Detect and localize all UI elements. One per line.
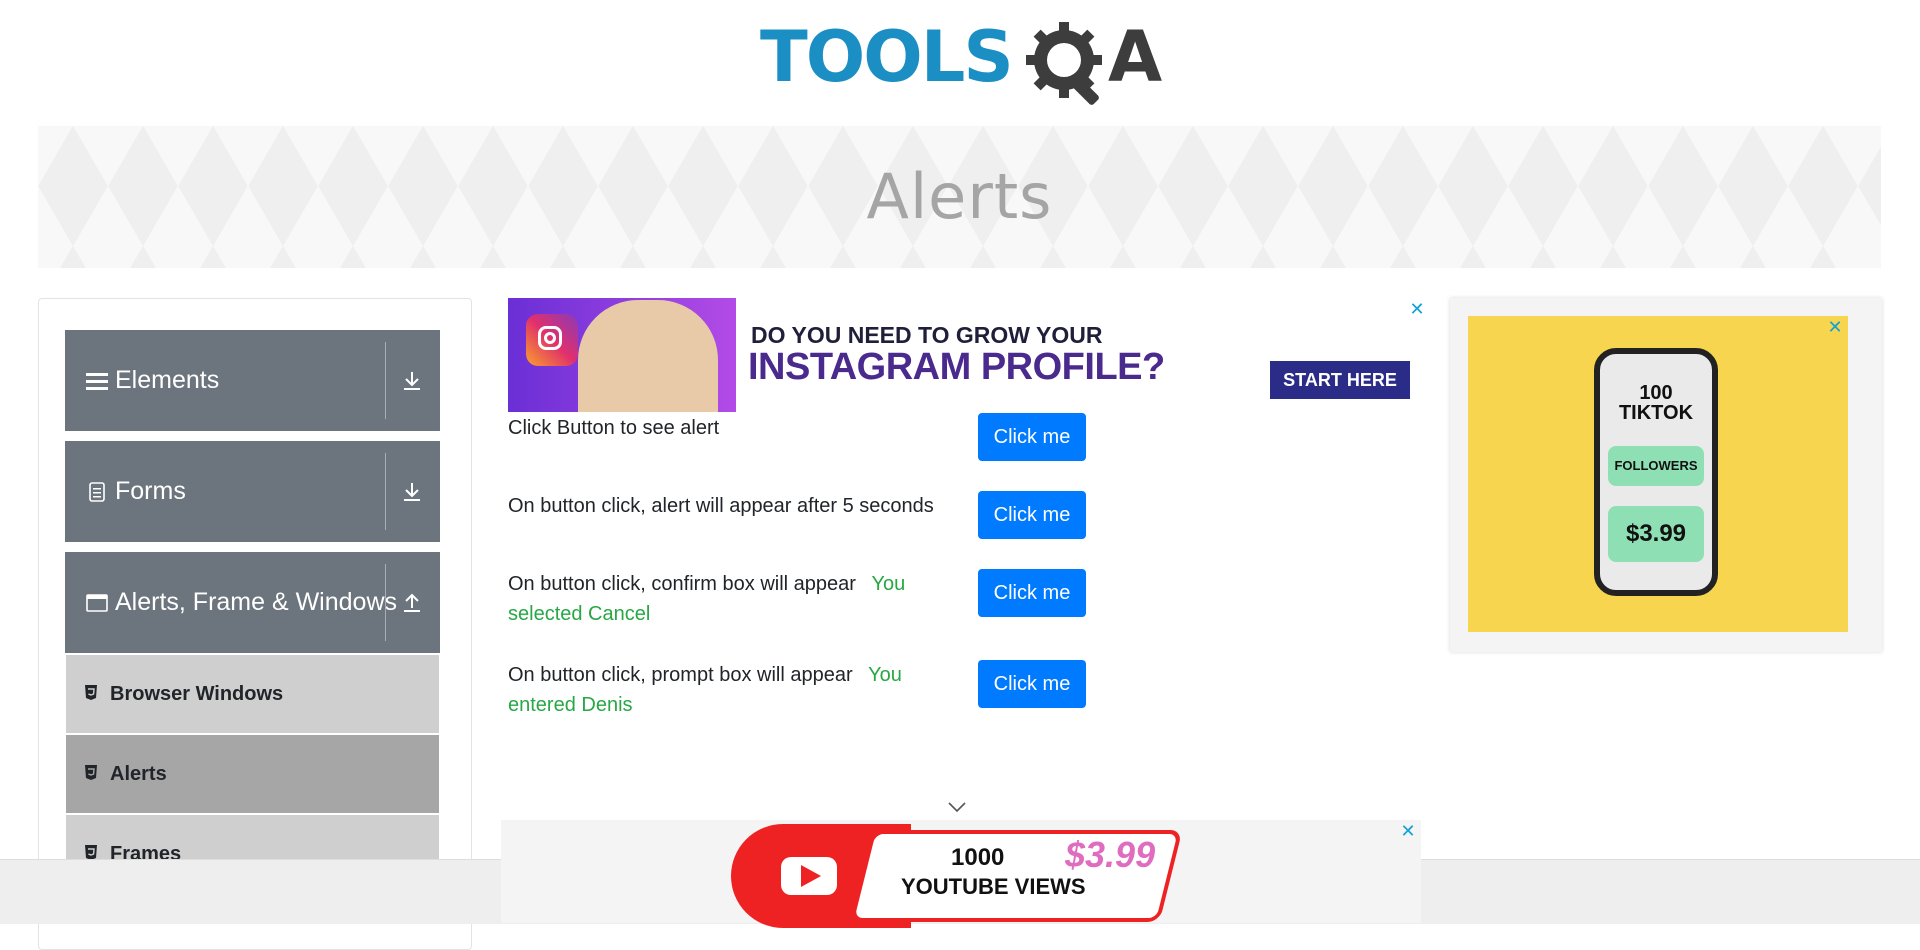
- ad-cta-button[interactable]: START HERE: [1270, 361, 1410, 399]
- document-icon: [85, 480, 109, 504]
- ad-close-icon[interactable]: ✕: [1827, 318, 1843, 336]
- html5-icon: [84, 685, 100, 703]
- timer-alert-label: On button click, alert will appear after…: [508, 495, 934, 517]
- sidebar-item-alerts[interactable]: Alerts: [66, 735, 439, 815]
- divider: [385, 342, 386, 419]
- ad-close-icon[interactable]: ✕: [1400, 822, 1416, 840]
- logo-text-a: A: [1108, 16, 1163, 98]
- tiktok-followers: FOLLOWERS: [1608, 446, 1704, 486]
- divider: [385, 453, 386, 530]
- gear-magnifier-icon: [1026, 22, 1102, 105]
- ad-tiktok[interactable]: 100 TIKTOK FOLLOWERS $3.99: [1450, 298, 1882, 652]
- youtube-price: $3.99: [1065, 834, 1156, 875]
- sidebar-group-alerts-frame-windows[interactable]: Alerts, Frame & Windows: [65, 552, 440, 653]
- sidebar-group-label: Elements: [115, 366, 220, 394]
- timer-alert-button[interactable]: Click me: [978, 491, 1086, 539]
- ad-image-purple: [508, 298, 736, 412]
- tiktok-price: $3.99: [1608, 506, 1704, 562]
- ad-headline-1: DO YOU NEED TO GROW YOUR: [751, 322, 1103, 348]
- hamburger-icon: [85, 369, 109, 393]
- youtube-badge: 1000 YOUTUBE VIEWS $3.99: [731, 824, 1183, 928]
- sidebar-item-label: Alerts: [110, 762, 167, 785]
- phone-frame: 100 TIKTOK FOLLOWERS $3.99: [1594, 348, 1718, 596]
- tiktok-label: TIKTOK: [1618, 402, 1694, 424]
- ad-close-icon[interactable]: ✕: [1409, 300, 1425, 318]
- chevron-down-icon[interactable]: [947, 800, 967, 814]
- confirm-label: On button click, confirm box will appear: [508, 573, 856, 595]
- woman-photo: [578, 300, 718, 412]
- confirm-button[interactable]: Click me: [978, 569, 1086, 617]
- sidebar-item-browser-windows[interactable]: Browser Windows: [66, 655, 439, 735]
- window-icon: [85, 591, 109, 615]
- sidebar: Elements Forms Alerts, Frame & Windows B…: [38, 298, 472, 950]
- page-banner: Alerts: [38, 126, 1881, 268]
- sidebar-item-label: Browser Windows: [110, 682, 284, 705]
- prompt-label: On button click, prompt box will appear: [508, 664, 853, 686]
- sidebar-group-forms[interactable]: Forms: [65, 441, 440, 542]
- ad-headline-2: INSTAGRAM PROFILE?: [748, 346, 1165, 388]
- alert-label: Click Button to see alert: [508, 417, 720, 439]
- youtube-count: 1000: [951, 844, 1005, 871]
- download-icon[interactable]: [394, 441, 430, 542]
- logo-text-tools: TOOLS: [760, 16, 1014, 98]
- alert-button[interactable]: Click me: [978, 413, 1086, 461]
- ad-youtube[interactable]: 1000 YOUTUBE VIEWS $3.99: [501, 820, 1421, 928]
- sidebar-group-label: Forms: [115, 477, 186, 505]
- toolsqa-logo[interactable]: TOOLS A: [760, 14, 1170, 114]
- html5-icon: [84, 765, 100, 783]
- page-title: Alerts: [866, 160, 1053, 233]
- sidebar-group-elements[interactable]: Elements: [65, 330, 440, 431]
- youtube-label: YOUTUBE VIEWS: [901, 874, 1086, 899]
- divider: [385, 564, 386, 641]
- ad-tiktok-image: 100 TIKTOK FOLLOWERS $3.99: [1468, 316, 1848, 632]
- sidebar-group-label: Alerts, Frame & Windows: [115, 588, 398, 616]
- instagram-icon: [526, 314, 578, 366]
- download-icon[interactable]: [394, 330, 430, 431]
- prompt-button[interactable]: Click me: [978, 660, 1086, 708]
- upload-icon[interactable]: [394, 552, 430, 653]
- ad-banner-instagram[interactable]: DO YOU NEED TO GROW YOUR INSTAGRAM PROFI…: [508, 298, 1413, 412]
